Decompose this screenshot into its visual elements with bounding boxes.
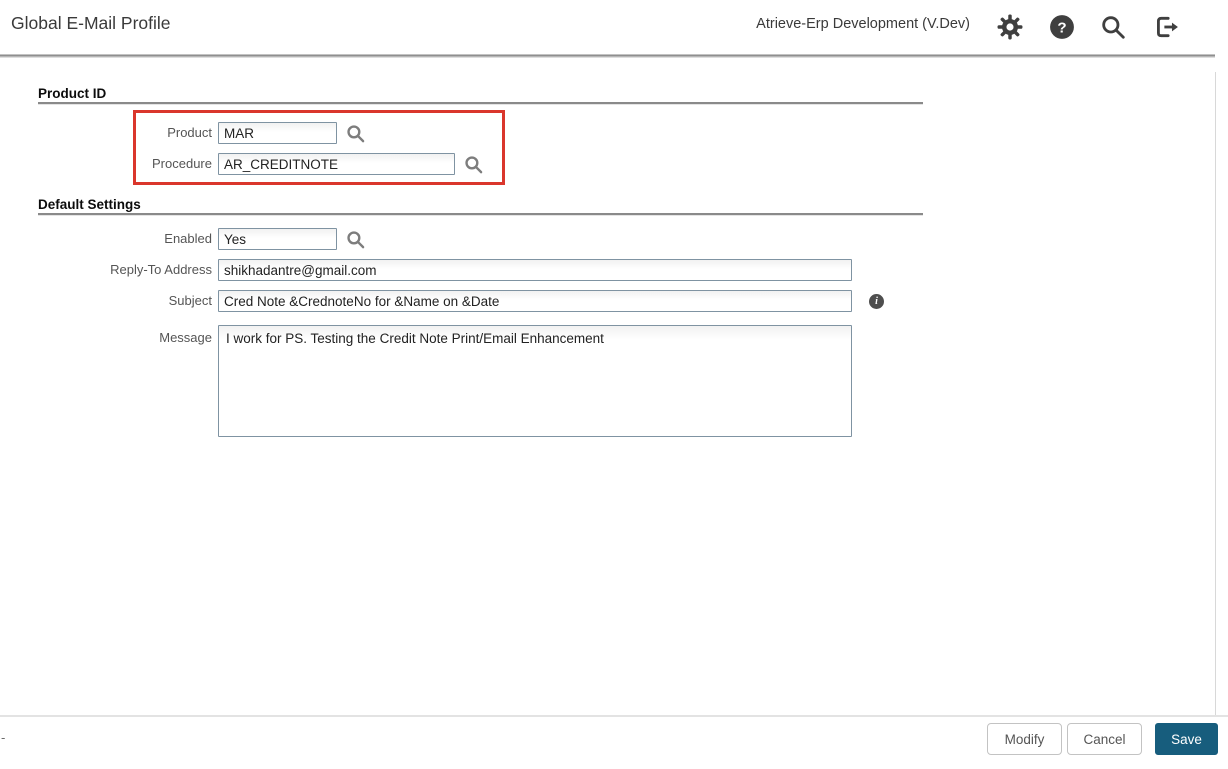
footer-divider <box>0 715 1228 717</box>
enabled-label: Enabled <box>164 231 212 246</box>
cancel-button[interactable]: Cancel <box>1067 723 1142 755</box>
reply-to-input[interactable] <box>218 259 852 281</box>
header-bar: Global E-Mail Profile Atrieve-Erp Develo… <box>0 0 1228 54</box>
modify-button[interactable]: Modify <box>987 723 1062 755</box>
reply-to-label: Reply-To Address <box>110 262 212 277</box>
subject-label: Subject <box>168 293 212 308</box>
environment-label: Atrieve-Erp Development (V.Dev) <box>756 16 970 32</box>
page-title: Global E-Mail Profile <box>11 13 171 33</box>
subject-info-icon[interactable]: i <box>869 294 884 309</box>
save-button[interactable]: Save <box>1155 723 1218 755</box>
search-icon[interactable] <box>1100 14 1126 40</box>
message-textarea[interactable]: I work for PS. Testing the Credit Note P… <box>218 325 852 437</box>
procedure-lookup-icon[interactable] <box>464 155 483 174</box>
product-label: Product <box>167 125 212 140</box>
scroll-track-border <box>1215 72 1216 715</box>
help-icon[interactable]: ? <box>1049 14 1075 40</box>
subject-input[interactable] <box>218 290 852 312</box>
enabled-input[interactable] <box>218 228 337 250</box>
section-title-default-settings: Default Settings <box>38 197 141 212</box>
enabled-lookup-icon[interactable] <box>346 230 365 249</box>
procedure-input[interactable] <box>218 153 455 175</box>
logout-icon[interactable] <box>1153 14 1179 40</box>
procedure-label: Procedure <box>152 156 212 171</box>
product-lookup-icon[interactable] <box>346 124 365 143</box>
svg-text:?: ? <box>1057 19 1066 36</box>
product-input[interactable] <box>218 122 337 144</box>
footer-dash: - <box>1 730 6 745</box>
section-rule <box>38 213 923 216</box>
message-label: Message <box>159 330 212 345</box>
header-divider <box>0 54 1215 58</box>
section-title-product-id: Product ID <box>38 86 107 101</box>
section-rule <box>38 102 923 105</box>
settings-gear-icon[interactable] <box>997 14 1023 40</box>
